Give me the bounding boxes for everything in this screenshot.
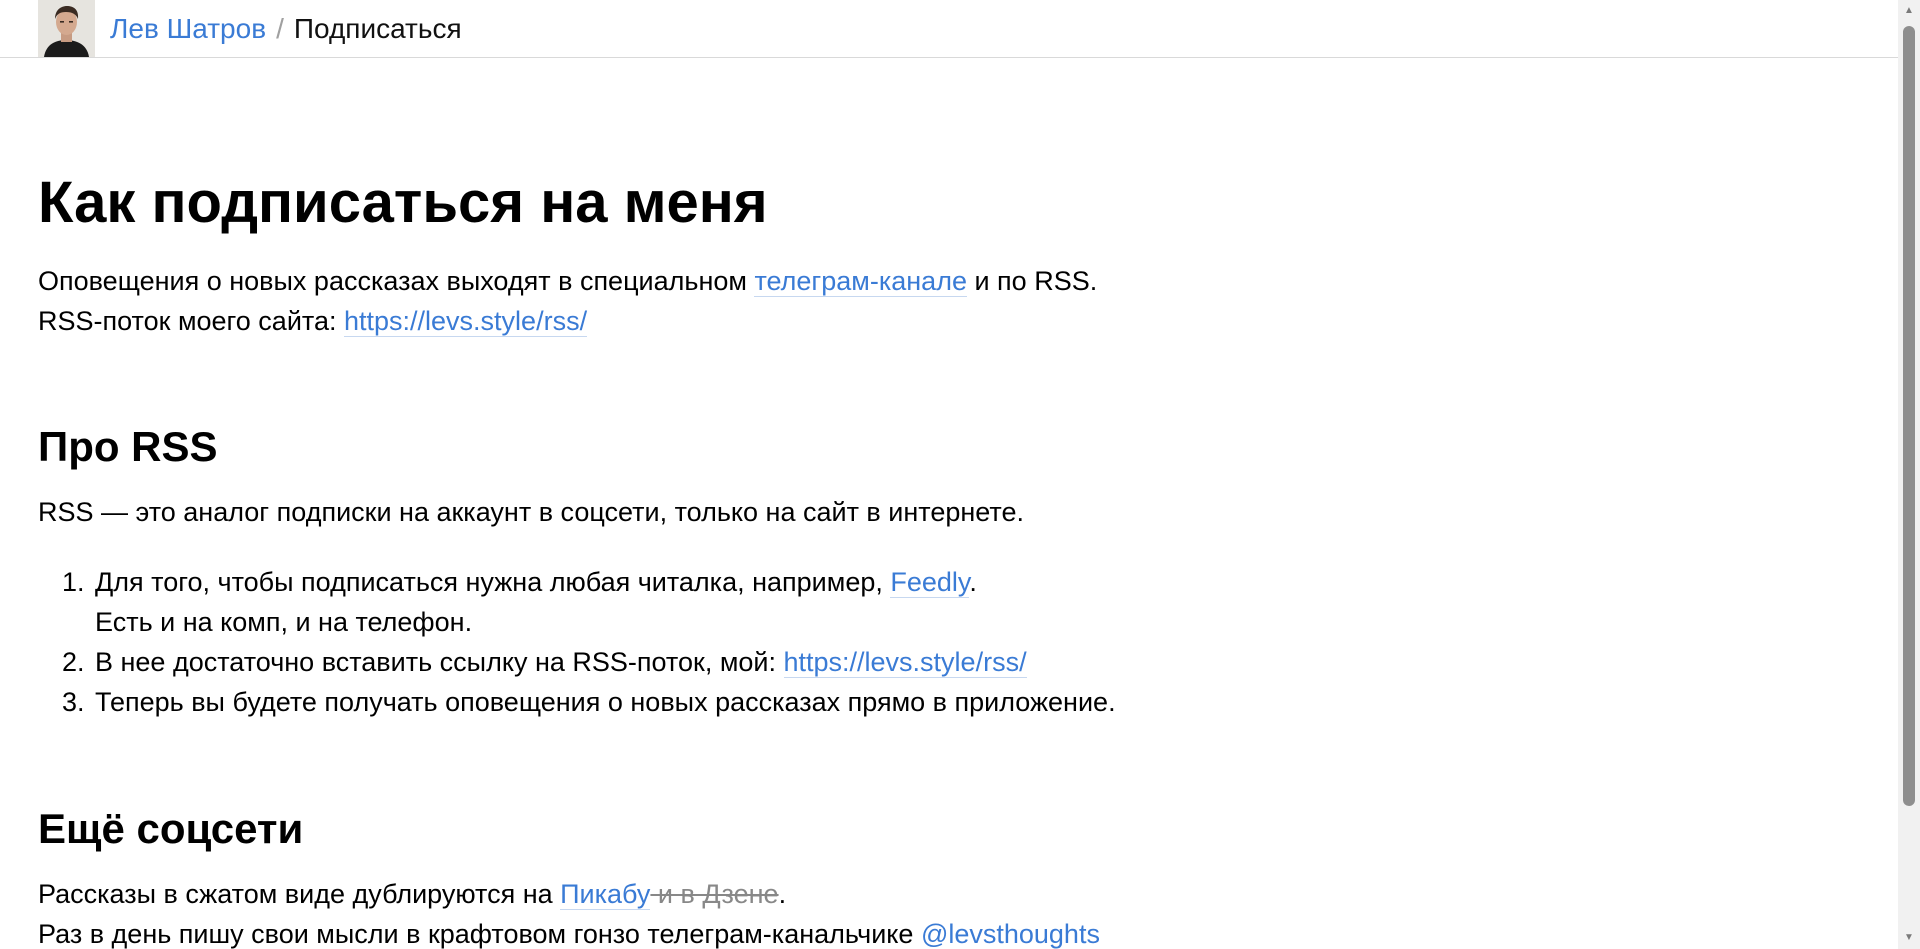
social-line-1: Рассказы в сжатом виде дублируются на Пи… bbox=[38, 874, 786, 914]
rss-steps-list: 1. Для того, чтобы подписаться нужна люба… bbox=[38, 562, 1116, 722]
social-section-heading: Ещё соцсети bbox=[38, 805, 304, 852]
rss-feed-link-step[interactable]: https://levs.style/rss/ bbox=[783, 647, 1027, 678]
list-item-number: 3. bbox=[62, 687, 85, 717]
social-text-2: Раз в день пишу свои мысли в крафтовом г… bbox=[38, 919, 921, 949]
rss-feed-link[interactable]: https://levs.style/rss/ bbox=[344, 306, 588, 337]
list-item: 2. В нее достаточно вставить ссылку на RS… bbox=[38, 642, 1116, 682]
breadcrumb-author-link[interactable]: Лев Шатров bbox=[110, 13, 266, 44]
scrollbar-thumb[interactable] bbox=[1903, 26, 1915, 806]
list-item-text: В нее достаточно вставить ссылку на RSS-… bbox=[95, 647, 784, 677]
intro-line-2: RSS-поток моего сайта: https://levs.styl… bbox=[38, 301, 588, 341]
scroll-up-arrow-icon[interactable]: ▲ bbox=[1898, 0, 1920, 22]
pikabu-link[interactable]: Пикабу bbox=[560, 879, 651, 910]
dzen-strikethrough-text: и в Дзене bbox=[650, 879, 779, 909]
site-header: Лев Шатров / Подписаться bbox=[0, 0, 1898, 58]
list-item-number: 2. bbox=[62, 647, 85, 677]
list-item-text-end: . bbox=[969, 567, 977, 597]
list-item-text-line2: Есть и на комп, и на телефон. bbox=[95, 607, 473, 637]
social-line-2: Раз в день пишу свои мысли в крафтовом г… bbox=[38, 914, 1100, 949]
avatar-portrait-icon bbox=[38, 0, 95, 57]
avatar[interactable] bbox=[38, 0, 95, 57]
rss-section-heading: Про RSS bbox=[38, 423, 218, 470]
page: Лев Шатров / Подписаться Как подписаться н… bbox=[0, 0, 1920, 949]
breadcrumb-current-page: Подписаться bbox=[293, 13, 462, 44]
intro-text: Оповещения о новых рассказах выходят в с… bbox=[38, 266, 755, 296]
list-item-number: 1. bbox=[62, 567, 85, 597]
list-item-text: Для того, чтобы подписаться нужна любая … bbox=[95, 567, 891, 597]
social-text-end: . bbox=[778, 879, 787, 909]
levsthoughts-link[interactable]: @levsthoughts bbox=[920, 919, 1100, 949]
breadcrumb-separator: / bbox=[276, 13, 284, 44]
breadcrumb: Лев Шатров / Подписаться bbox=[110, 13, 462, 45]
list-item-text: Теперь вы будете получать оповещения о н… bbox=[95, 687, 1116, 717]
social-text: Рассказы в сжатом виде дублируются на bbox=[38, 879, 561, 909]
intro-text-end: и по RSS. bbox=[966, 266, 1098, 296]
rss-description: RSS — это аналог подписки на аккаунт в с… bbox=[38, 497, 1024, 527]
page-title: Как подписаться на меня bbox=[38, 170, 768, 235]
list-item: 3. Теперь вы будете получать оповещения о… bbox=[38, 682, 1116, 722]
list-item: 1. Для того, чтобы подписаться нужна люба… bbox=[38, 562, 1116, 642]
vertical-scrollbar[interactable]: ▲ ▼ bbox=[1898, 0, 1920, 949]
scroll-down-arrow-icon[interactable]: ▼ bbox=[1898, 927, 1920, 949]
feedly-link[interactable]: Feedly bbox=[890, 567, 970, 598]
rss-feed-label: RSS-поток моего сайта: bbox=[38, 306, 344, 336]
telegram-channel-link[interactable]: телеграм-канале bbox=[754, 266, 967, 297]
intro-line-1: Оповещения о новых рассказах выходят в с… bbox=[38, 261, 1097, 301]
